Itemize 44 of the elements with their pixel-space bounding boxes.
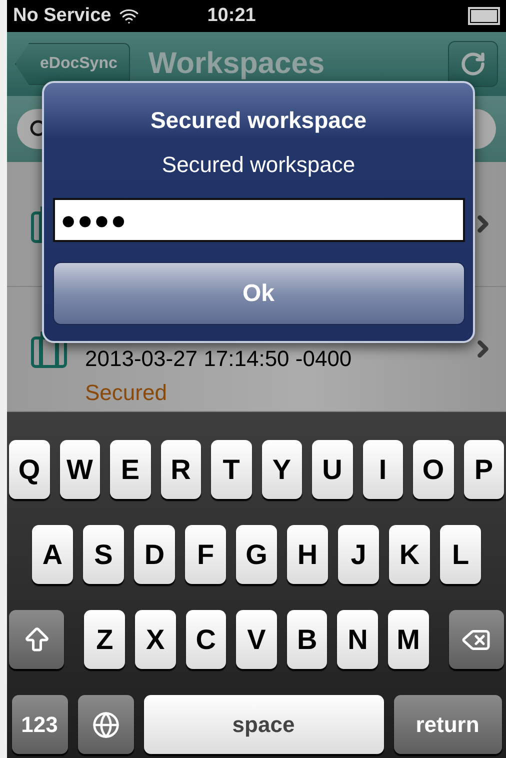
key[interactable]: O xyxy=(413,440,454,499)
key[interactable]: W xyxy=(60,440,100,499)
key[interactable]: F xyxy=(185,525,226,584)
key[interactable]: E xyxy=(110,440,150,499)
key[interactable]: A xyxy=(32,525,73,584)
key[interactable]: M xyxy=(388,610,429,669)
alert-message: Secured workspace xyxy=(162,152,356,178)
carrier-text: No Service xyxy=(13,5,112,27)
globe-icon xyxy=(92,710,120,738)
key[interactable]: Y xyxy=(262,440,302,499)
refresh-button[interactable] xyxy=(448,41,498,87)
key[interactable]: J xyxy=(338,525,379,584)
key[interactable]: C xyxy=(186,610,226,669)
key[interactable]: R xyxy=(160,440,201,499)
key[interactable]: D xyxy=(134,525,175,584)
key[interactable]: L xyxy=(440,525,481,584)
key[interactable]: T xyxy=(211,440,252,499)
globe-key[interactable] xyxy=(78,695,134,754)
key[interactable]: Z xyxy=(84,610,126,669)
delete-key[interactable] xyxy=(448,610,504,669)
key[interactable]: H xyxy=(287,525,328,584)
page-title: Workspaces xyxy=(148,47,326,81)
shift-key[interactable] xyxy=(8,610,64,669)
key[interactable]: G xyxy=(236,525,277,584)
key[interactable]: S xyxy=(83,525,124,584)
space-key[interactable]: space xyxy=(144,695,384,754)
refresh-icon xyxy=(460,51,486,77)
key[interactable]: V xyxy=(236,610,277,669)
numbers-key[interactable]: 123 xyxy=(12,695,68,754)
battery-icon xyxy=(468,7,500,25)
alert-title: Secured workspace xyxy=(150,107,367,134)
return-key[interactable]: return xyxy=(394,695,502,754)
key[interactable]: K xyxy=(389,525,430,584)
key[interactable]: B xyxy=(286,610,328,669)
key[interactable]: U xyxy=(312,440,352,499)
key[interactable]: N xyxy=(337,610,378,669)
key[interactable]: X xyxy=(135,610,176,669)
key[interactable]: P xyxy=(464,440,504,499)
key[interactable]: I xyxy=(362,440,403,499)
password-field[interactable]: ●●●● xyxy=(52,198,464,242)
workspace-status: Secured xyxy=(85,380,168,406)
clock-text: 10:21 xyxy=(207,5,256,27)
key[interactable]: Q xyxy=(9,440,50,499)
workspace-date: 2013-03-27 17:14:50 -0400 xyxy=(85,346,353,372)
